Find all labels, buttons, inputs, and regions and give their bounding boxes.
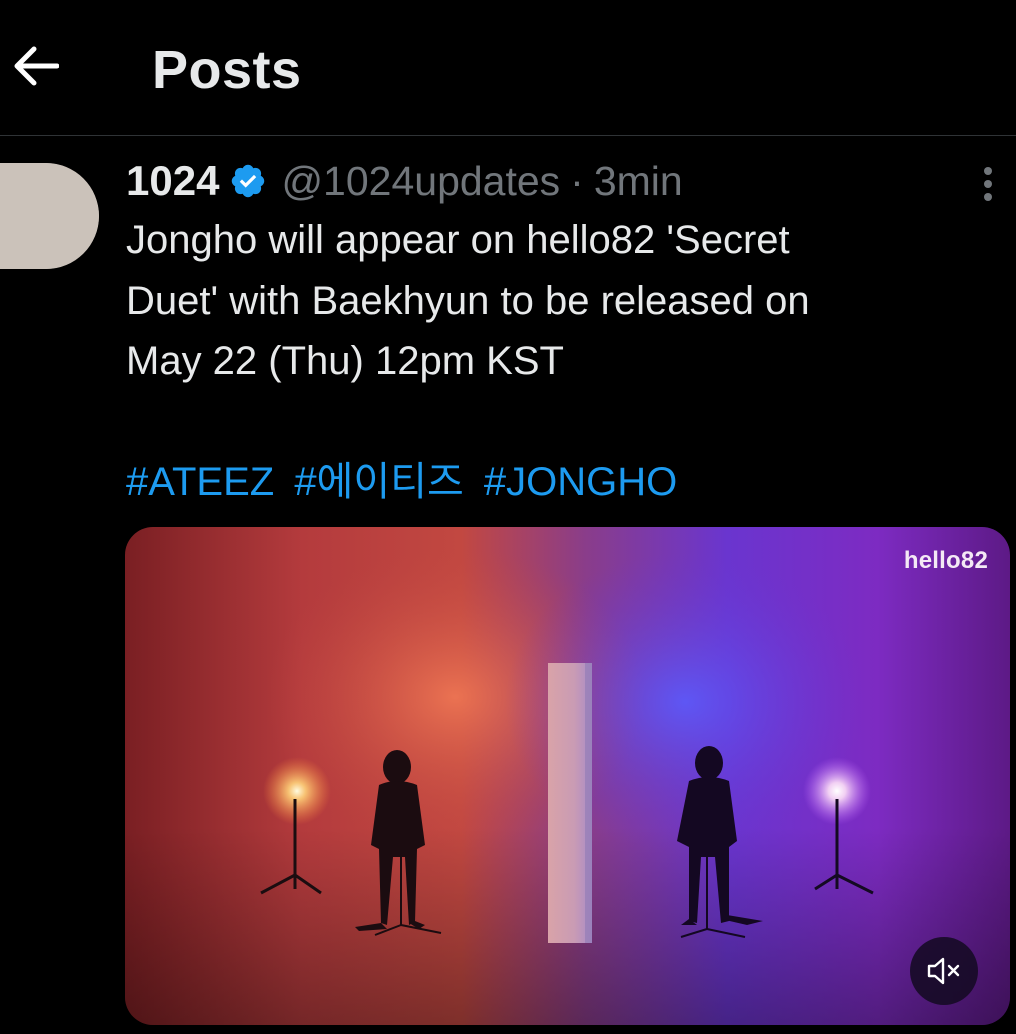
author-avatar[interactable]	[0, 163, 99, 269]
hashtag-list: #ATEEZ #에이티즈 #JONGHO	[126, 452, 686, 512]
post-timestamp[interactable]: 3min	[594, 158, 683, 205]
post-header: 1024 @1024updates · 3min	[126, 155, 683, 207]
hashtag-link[interactable]: #에이티즈	[294, 460, 463, 504]
post-text-line: Duet' with Baekhyun to be released on	[126, 278, 810, 323]
verified-badge-icon[interactable]	[229, 162, 267, 200]
more-vertical-icon	[984, 167, 992, 201]
arrow-left-icon	[14, 46, 59, 86]
mute-toggle-button[interactable]	[910, 937, 978, 1005]
post-text: Jongho will appear on hello82 'Secret Du…	[126, 210, 986, 392]
volume-muted-icon	[927, 957, 960, 985]
top-bar: Posts	[0, 0, 1016, 136]
hashtag-link[interactable]: #ATEEZ	[126, 460, 274, 504]
author-display-name[interactable]: 1024	[126, 157, 219, 205]
post-video[interactable]: hello82	[125, 527, 1010, 1025]
hashtag-link[interactable]: #JONGHO	[484, 460, 677, 504]
video-frame	[125, 547, 1010, 1025]
video-watermark: hello82	[903, 547, 988, 574]
page-title: Posts	[152, 40, 302, 100]
more-options-button[interactable]	[966, 160, 1010, 208]
post-text-line: May 22 (Thu) 12pm KST	[126, 339, 564, 383]
separator-dot: ·	[570, 157, 584, 204]
author-handle[interactable]: @1024updates	[281, 158, 560, 205]
post-text-line: Jongho will appear on hello82 'Secret	[126, 218, 790, 262]
back-button[interactable]	[8, 38, 64, 94]
